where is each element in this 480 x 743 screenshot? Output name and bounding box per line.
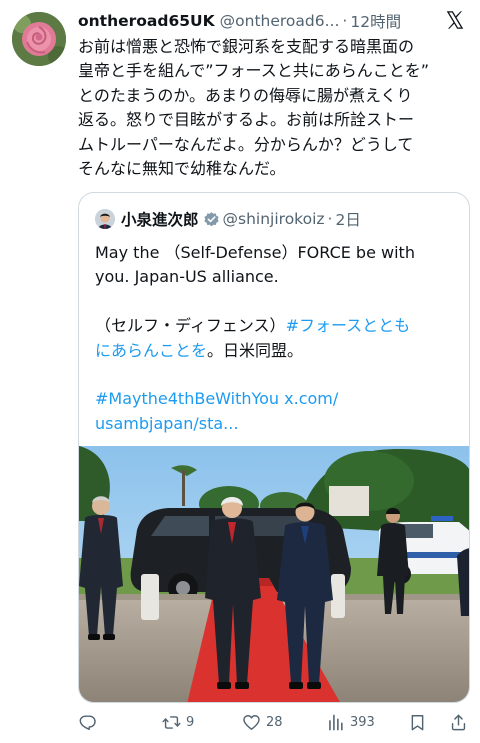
like-icon [243, 714, 260, 730]
tweet-action-bar: 9 28 393 [78, 708, 470, 736]
views-count: 393 [350, 714, 375, 730]
like-count: 28 [266, 714, 283, 730]
reply-icon [79, 714, 96, 730]
url-link[interactable]: x.com/ [284, 389, 338, 408]
display-name[interactable]: ontheroad65UK [78, 12, 215, 30]
tweet-text-line: 皇帝と手を組んで”フォースと共にあらんことを” [78, 61, 429, 81]
separator-dot: · [342, 12, 348, 30]
quoted-text-line: usambjapan/sta... [95, 412, 457, 436]
quoted-tweet-text: May the （Self-Defense）FORCE be with you.… [95, 241, 457, 436]
share-icon [451, 714, 466, 730]
portrait-avatar-image [95, 209, 115, 229]
tweet-text-line: ムトルーパーなんだよ。分からんか？どうして [78, 134, 414, 154]
avatar[interactable] [12, 12, 66, 66]
timestamp[interactable]: 12時間 [350, 10, 401, 32]
retweet-button[interactable]: 9 [162, 708, 194, 736]
hashtag-force-link-continued[interactable]: にあらんことを [95, 341, 207, 360]
quoted-display-name[interactable]: 小泉進次郎 [121, 208, 199, 230]
tweet-text: お前は憎悪と恐怖で銀河系を支配する暗黒面の 皇帝と手を組んで”フォースと共にあら… [78, 35, 470, 181]
quoted-text-line: にあらんことを。日米同盟。 [95, 339, 457, 363]
quoted-tweet-photo[interactable] [79, 446, 470, 703]
quoted-user-handle[interactable]: @shinjirokoiz [223, 210, 325, 228]
share-button[interactable] [449, 708, 468, 736]
quoted-text-line: （セルフ・ディフェンス）#フォースととも [95, 314, 457, 338]
reply-button[interactable] [78, 708, 102, 736]
x-logo-icon[interactable] [444, 9, 466, 31]
views-icon [329, 714, 343, 730]
user-handle[interactable]: @ontheroad6... [220, 12, 340, 30]
like-button[interactable]: 28 [242, 708, 283, 736]
url-link-continued[interactable]: usambjapan/sta... [95, 414, 238, 433]
separator-dot: · [327, 210, 333, 228]
hashtag-force-link[interactable]: #フォースととも [286, 316, 411, 335]
bookmark-icon [411, 714, 424, 730]
quoted-text-line: May the （Self-Defense）FORCE be with [95, 243, 415, 262]
tweet-text-line: とのたまうのか。あまりの侮辱に腸が煮えくり [78, 85, 413, 105]
quoted-tweet-header: 小泉進次郎 @shinjirokoiz · 2日 [95, 207, 459, 231]
quoted-text-line: you. Japan-US alliance. [95, 267, 279, 287]
bookmark-button[interactable] [408, 708, 427, 736]
tweet-text-line: お前は憎悪と恐怖で銀河系を支配する暗黒面の [78, 37, 415, 56]
retweet-icon [162, 715, 181, 729]
rose-avatar-image [12, 12, 66, 66]
quoted-tweet-card[interactable]: 小泉進次郎 @shinjirokoiz · 2日 May the （Self-D… [78, 192, 470, 703]
quoted-text-jp-prefix: （セルフ・ディフェンス） [95, 316, 286, 336]
tweet[interactable]: ontheroad65UK @ontheroad6... · 12時間 お前は憎… [0, 0, 480, 743]
tweet-text-line: そんなに無知で幼稚なんだ。 [78, 159, 286, 179]
quoted-text-jp-suffix: 。日米同盟。 [207, 340, 304, 360]
tweet-text-line: 返る。怒りで目眩がするよ。お前は所詮ストー [78, 110, 415, 130]
hashtag-maythe4th-link[interactable]: #Maythe4thBeWithYou [95, 389, 279, 408]
verified-badge-icon [203, 211, 219, 226]
views-button[interactable]: 393 [326, 708, 375, 736]
quoted-timestamp[interactable]: 2日 [335, 208, 360, 230]
quoted-text-line: #Maythe4thBeWithYou x.com/ [95, 387, 457, 411]
tweet-header: ontheroad65UK @ontheroad6... · 12時間 [78, 9, 470, 33]
retweet-count: 9 [186, 714, 195, 730]
quoted-avatar[interactable] [95, 209, 115, 229]
